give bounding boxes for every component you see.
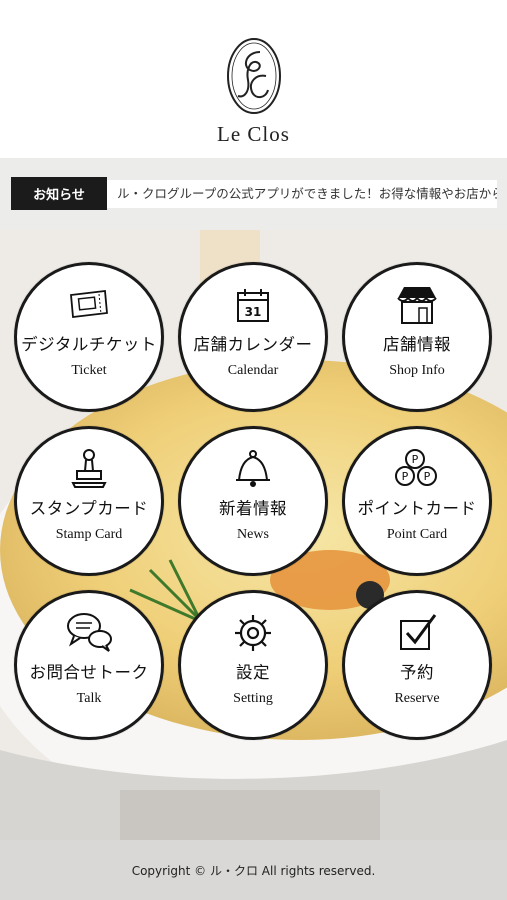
- menu-calendar-sublabel: Calendar: [227, 363, 279, 378]
- menu-news-sublabel: News: [237, 527, 269, 542]
- news-label: お知らせ: [11, 177, 107, 210]
- menu-ticket-label: デジタルチケット: [21, 335, 157, 354]
- app-header: Le Clos: [0, 0, 507, 158]
- chat-bubbles-icon: [64, 611, 114, 655]
- bell-icon: [231, 447, 275, 491]
- menu-setting-button[interactable]: 設定 Setting: [178, 590, 328, 740]
- coins-icon: P P P: [393, 447, 441, 491]
- calendar-icon: 31: [233, 283, 273, 327]
- logo-text: Le Clos: [217, 122, 290, 146]
- logo: Le Clos: [0, 36, 507, 147]
- le-clos-logo-icon: [226, 38, 281, 114]
- menu-stamp-card-label: スタンプカード: [29, 499, 149, 518]
- ticket-icon: [67, 283, 111, 327]
- menu-reserve-button[interactable]: 予約 Reserve: [342, 590, 492, 740]
- menu-news-button[interactable]: 新着情報 News: [178, 426, 328, 576]
- menu-ticket-sublabel: Ticket: [71, 363, 107, 378]
- menu-stamp-card-button[interactable]: スタンプカード Stamp Card: [14, 426, 164, 576]
- menu-point-card-sublabel: Point Card: [386, 527, 448, 542]
- gear-icon: [231, 611, 275, 655]
- menu-shop-info-label: 店舗情報: [383, 335, 451, 354]
- menu-calendar-button[interactable]: 31 店舗カレンダー Calendar: [178, 262, 328, 412]
- menu-point-card-label: ポイントカード: [357, 499, 477, 518]
- menu-shop-info-sublabel: Shop Info: [389, 363, 445, 378]
- coin-letter: P: [412, 453, 419, 466]
- menu-setting-sublabel: Setting: [233, 691, 273, 706]
- copyright-text: Copyright © ル・クロ All rights reserved.: [131, 863, 376, 878]
- menu-shop-info-button[interactable]: 店舗情報 Shop Info: [342, 262, 492, 412]
- menu-news-label: 新着情報: [219, 499, 287, 518]
- menu-calendar-label: 店舗カレンダー: [193, 335, 313, 354]
- menu-reserve-sublabel: Reserve: [394, 691, 440, 706]
- checkbox-icon: [395, 611, 439, 655]
- menu-talk-label: お問合せトーク: [29, 663, 149, 682]
- menu-talk-sublabel: Talk: [76, 691, 102, 706]
- calendar-day: 31: [245, 305, 262, 319]
- menu-setting-label: 設定: [236, 663, 270, 682]
- stamp-icon: [69, 447, 109, 491]
- shop-icon: [394, 283, 440, 327]
- menu-stamp-card-sublabel: Stamp Card: [55, 527, 123, 542]
- menu-reserve-label: 予約: [400, 663, 434, 682]
- menu-ticket-button[interactable]: デジタルチケット Ticket: [14, 262, 164, 412]
- menu-point-card-button[interactable]: P P P ポイントカード Point Card: [342, 426, 492, 576]
- news-ticker[interactable]: ル・クログループの公式アプリができました！お得な情報やお店からの: [107, 180, 497, 208]
- footer: Copyright © ル・クロ All rights reserved.: [0, 840, 507, 900]
- coin-letter: P: [402, 470, 409, 483]
- coin-letter: P: [424, 470, 431, 483]
- menu-talk-button[interactable]: お問合せトーク Talk: [14, 590, 164, 740]
